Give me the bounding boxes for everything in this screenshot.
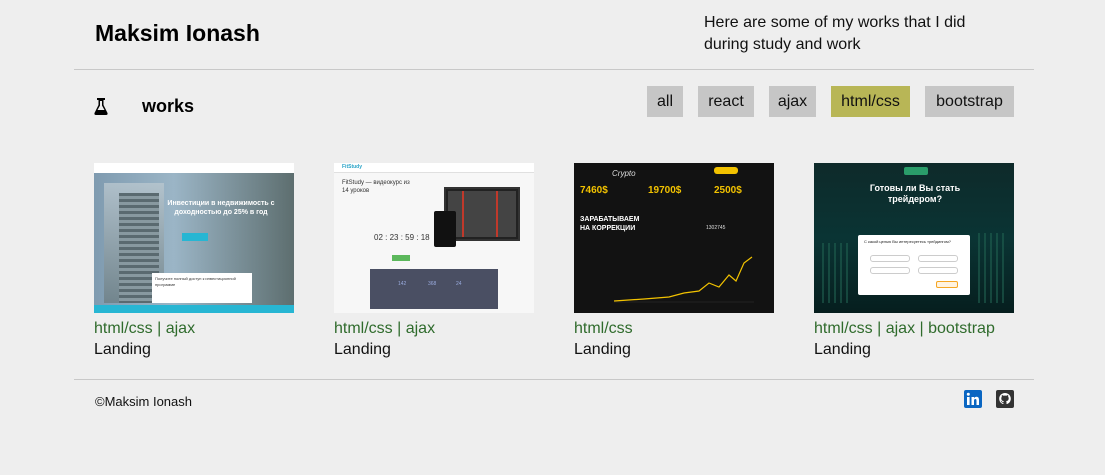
tag-link[interactable]: html/css xyxy=(814,320,873,337)
header: Maksim Ionash Here are some of my works … xyxy=(0,0,1105,70)
tag-link[interactable]: ajax xyxy=(886,320,915,337)
work-card[interactable]: FitStudy FitStudy — видеокурс из 14 урок… xyxy=(334,163,534,361)
thumb-headline: ЗАРАБАТЫВАЕМ НА КОРРЕКЦИИ xyxy=(580,216,640,232)
thumb-headline: Готовы ли Вы стать трейдером? xyxy=(869,183,961,204)
filter-ajax-button[interactable]: ajax xyxy=(769,86,816,117)
thumb-timer: 02 : 23 : 59 : 18 xyxy=(374,233,430,242)
card-type: Landing xyxy=(574,341,631,358)
flask-icon xyxy=(94,98,108,115)
thumb-stat: 19700$ xyxy=(648,185,682,196)
tag-link[interactable]: html/css xyxy=(334,320,393,337)
work-thumbnail[interactable]: FitStudy FitStudy — видеокурс из 14 урок… xyxy=(334,163,534,313)
thumb-headline: FitStudy — видеокурс из 14 уроков xyxy=(342,180,410,194)
work-card[interactable]: Инвестиции в недвижимость с доходностью … xyxy=(94,163,294,361)
filter-bootstrap-button[interactable]: bootstrap xyxy=(925,86,1014,117)
footer-divider xyxy=(74,379,1034,380)
tag-link[interactable]: ajax xyxy=(166,320,195,337)
works-title: works xyxy=(142,96,195,116)
card-type: Landing xyxy=(94,341,151,358)
work-thumbnail[interactable]: Crypto 7460$ 19700$ 2500$ ЗАРАБАТЫВАЕМ Н… xyxy=(574,163,774,313)
price-chart-line xyxy=(614,256,754,303)
filter-react-button[interactable]: react xyxy=(698,86,754,117)
work-card[interactable]: Crypto 7460$ 19700$ 2500$ ЗАРАБАТЫВАЕМ Н… xyxy=(574,163,774,361)
tag-link[interactable]: html/css xyxy=(574,320,633,337)
thumb-stat: 24 xyxy=(456,281,462,287)
thumb-headline: Инвестиции в недвижимость с доходностью … xyxy=(167,200,275,216)
site-title: Maksim Ionash xyxy=(95,20,260,46)
linkedin-icon[interactable] xyxy=(964,390,982,408)
thumb-stat: 368 xyxy=(428,281,437,287)
thumb-value: 1302745 xyxy=(706,225,726,231)
work-thumbnail[interactable]: Инвестиции в недвижимость с доходностью … xyxy=(94,163,294,313)
thumb-box-text: Получите полный доступ к инвестиционной … xyxy=(152,273,252,303)
thumb-brand: Crypto xyxy=(612,169,636,178)
thumb-stat: 7460$ xyxy=(580,185,608,196)
tag-link[interactable]: html/css xyxy=(94,320,153,337)
thumb-brand: FitStudy xyxy=(342,164,362,170)
card-tags: html/css | ajax xyxy=(334,320,436,337)
card-type: Landing xyxy=(814,341,871,358)
card-tags: html/css | ajax xyxy=(94,320,196,337)
page: Maksim Ionash Here are some of my works … xyxy=(0,0,1105,475)
header-divider xyxy=(74,69,1034,70)
thumb-form-title: С какой целью Вы интересуетесь трейдинго… xyxy=(864,239,951,244)
tag-link[interactable]: bootstrap xyxy=(928,320,995,337)
filter-htmlcss-button[interactable]: html/css xyxy=(831,86,910,117)
card-tags: html/css | ajax | bootstrap xyxy=(814,320,995,337)
thumb-stat: 2500$ xyxy=(714,185,742,196)
thumb-stat: 142 xyxy=(398,281,407,287)
copyright: ©Maksim Ionash xyxy=(95,394,192,409)
tag-link[interactable]: ajax xyxy=(406,320,435,337)
work-thumbnail[interactable]: Готовы ли Вы стать трейдером? С какой це… xyxy=(814,163,1014,313)
github-icon[interactable] xyxy=(996,390,1014,408)
card-tags: html/css xyxy=(574,319,774,339)
intro-text: Here are some of my works that I did dur… xyxy=(704,14,966,53)
card-type: Landing xyxy=(334,341,391,358)
filter-all-button[interactable]: all xyxy=(647,86,683,117)
work-card[interactable]: Готовы ли Вы стать трейдером? С какой це… xyxy=(814,163,1014,361)
